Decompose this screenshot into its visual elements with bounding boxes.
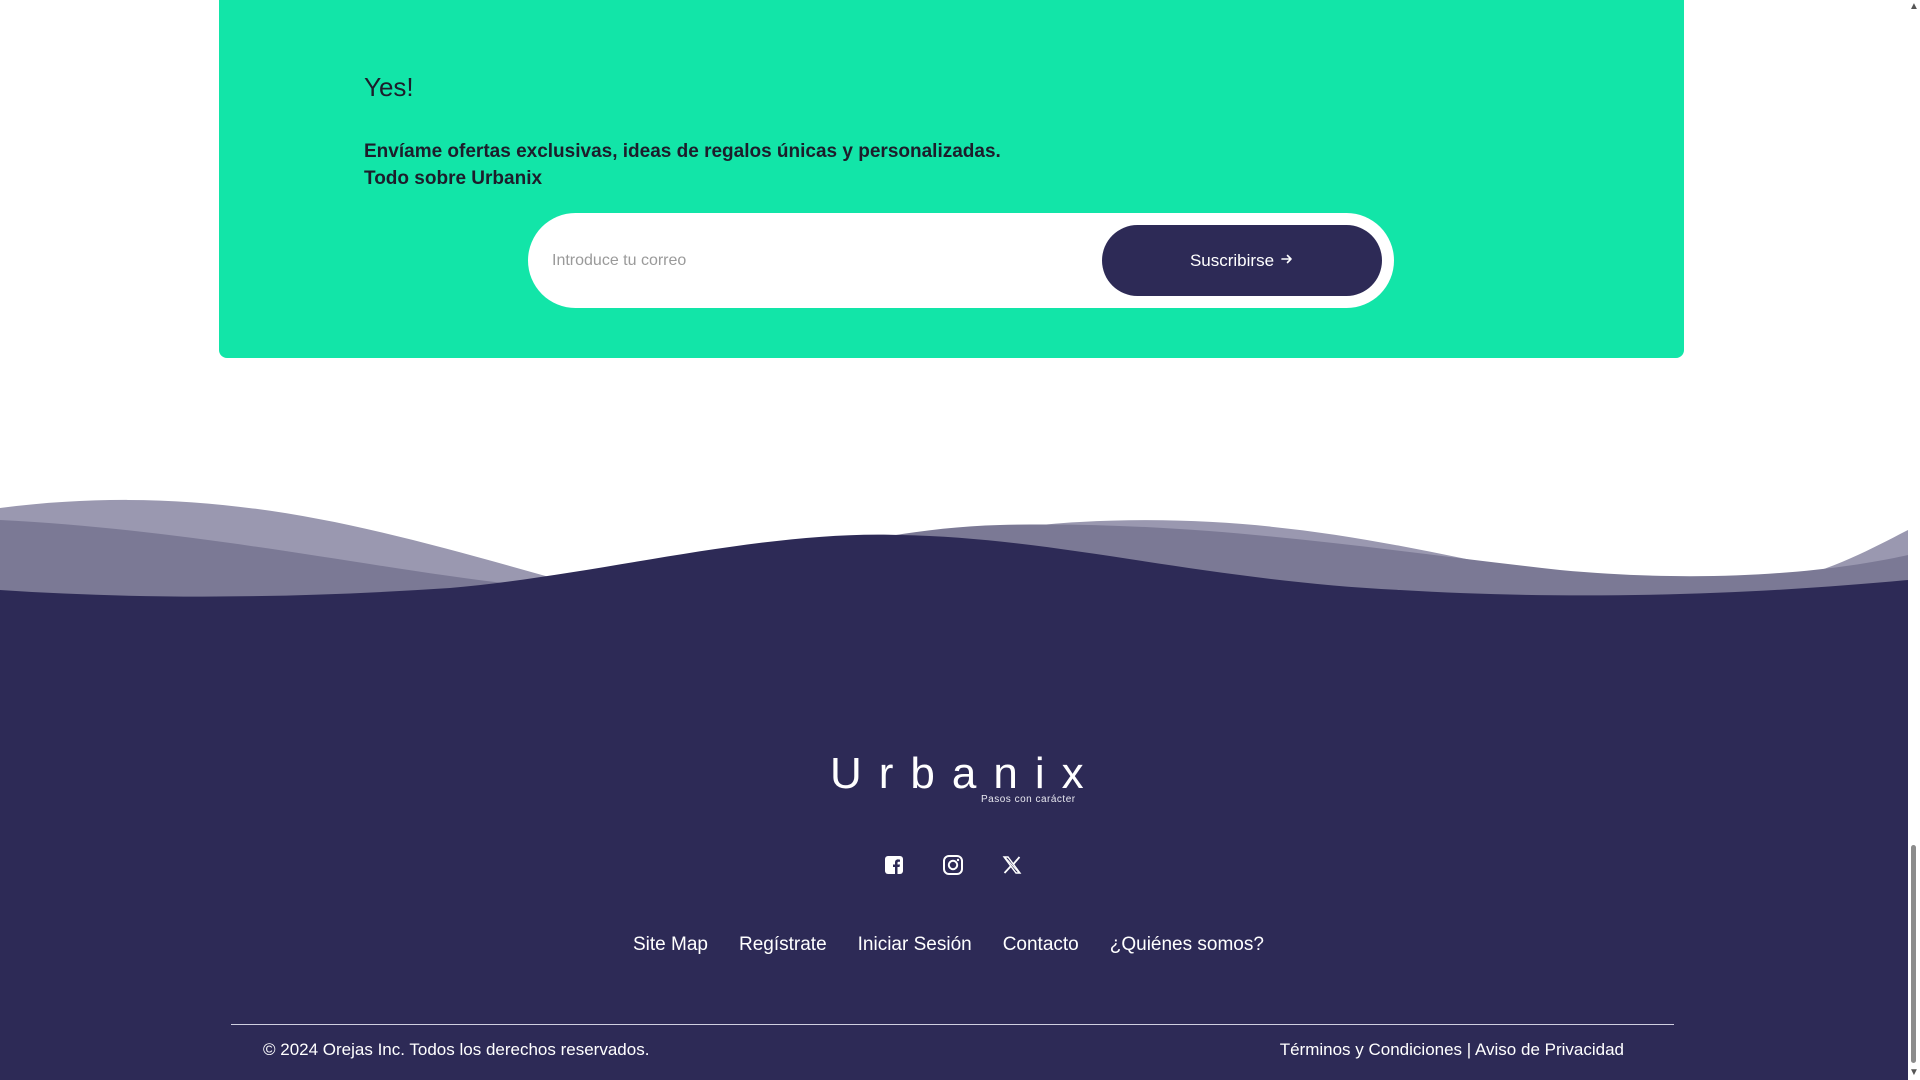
footer-divider xyxy=(231,1024,1674,1025)
newsletter-description-line1: Envíame ofertas exclusivas, ideas de reg… xyxy=(364,141,1001,162)
footer-link-site-map[interactable]: Site Map xyxy=(633,934,708,956)
logo-tagline: Pasos con carácter xyxy=(981,794,1076,805)
instagram-icon[interactable] xyxy=(941,853,965,877)
newsletter-description-line2: Todo sobre Urbanix xyxy=(364,168,543,189)
subscribe-button[interactable]: Suscribirse xyxy=(1102,225,1382,296)
x-twitter-icon[interactable] xyxy=(1000,853,1024,877)
footer-nav: Site Map Regístrate Iniciar Sesión Conta… xyxy=(633,934,1264,956)
scroll-up-arrow-icon[interactable]: ▲ xyxy=(1908,0,1920,14)
footer-link-iniciar-sesion[interactable]: Iniciar Sesión xyxy=(858,934,972,956)
footer-link-quienes-somos[interactable]: ¿Quiénes somos? xyxy=(1110,934,1264,956)
scrollbar-thumb[interactable] xyxy=(1911,845,1916,1063)
subscribe-button-label: Suscribirse xyxy=(1189,250,1275,270)
newsletter-title: Yes! xyxy=(364,72,414,102)
facebook-icon[interactable] xyxy=(882,853,906,877)
newsletter-description: Envíame ofertas exclusivas, ideas de reg… xyxy=(364,138,1001,192)
scroll-down-arrow-icon[interactable]: ▼ xyxy=(1908,1066,1920,1080)
legal-links: Términos y Condiciones | Aviso de Privac… xyxy=(1280,1040,1624,1060)
arrow-right-icon xyxy=(1280,251,1294,271)
newsletter-form: Suscribirse xyxy=(528,213,1394,308)
footer-link-registrate[interactable]: Regístrate xyxy=(739,934,827,956)
email-input[interactable] xyxy=(550,235,1074,287)
legal-separator: | xyxy=(1462,1040,1475,1059)
logo-wordmark: Urbanix xyxy=(830,749,1101,798)
footer-link-contacto[interactable]: Contacto xyxy=(1003,934,1079,956)
site-footer: Urbanix Pasos con carácter Site Map Regí… xyxy=(0,600,1908,1080)
newsletter-section: Yes! Envíame ofertas exclusivas, ideas d… xyxy=(219,0,1684,358)
urbanix-logo[interactable]: Urbanix Pasos con carácter xyxy=(830,750,1084,810)
social-links xyxy=(882,853,1024,877)
page: Yes! Envíame ofertas exclusivas, ideas d… xyxy=(0,0,1920,1080)
privacy-link[interactable]: Aviso de Privacidad xyxy=(1475,1040,1624,1059)
page-scrollbar[interactable]: ▲ ▼ xyxy=(1908,0,1920,1080)
copyright-text: © 2024 Orejas Inc. Todos los derechos re… xyxy=(263,1040,650,1059)
terms-link[interactable]: Términos y Condiciones xyxy=(1280,1040,1462,1059)
